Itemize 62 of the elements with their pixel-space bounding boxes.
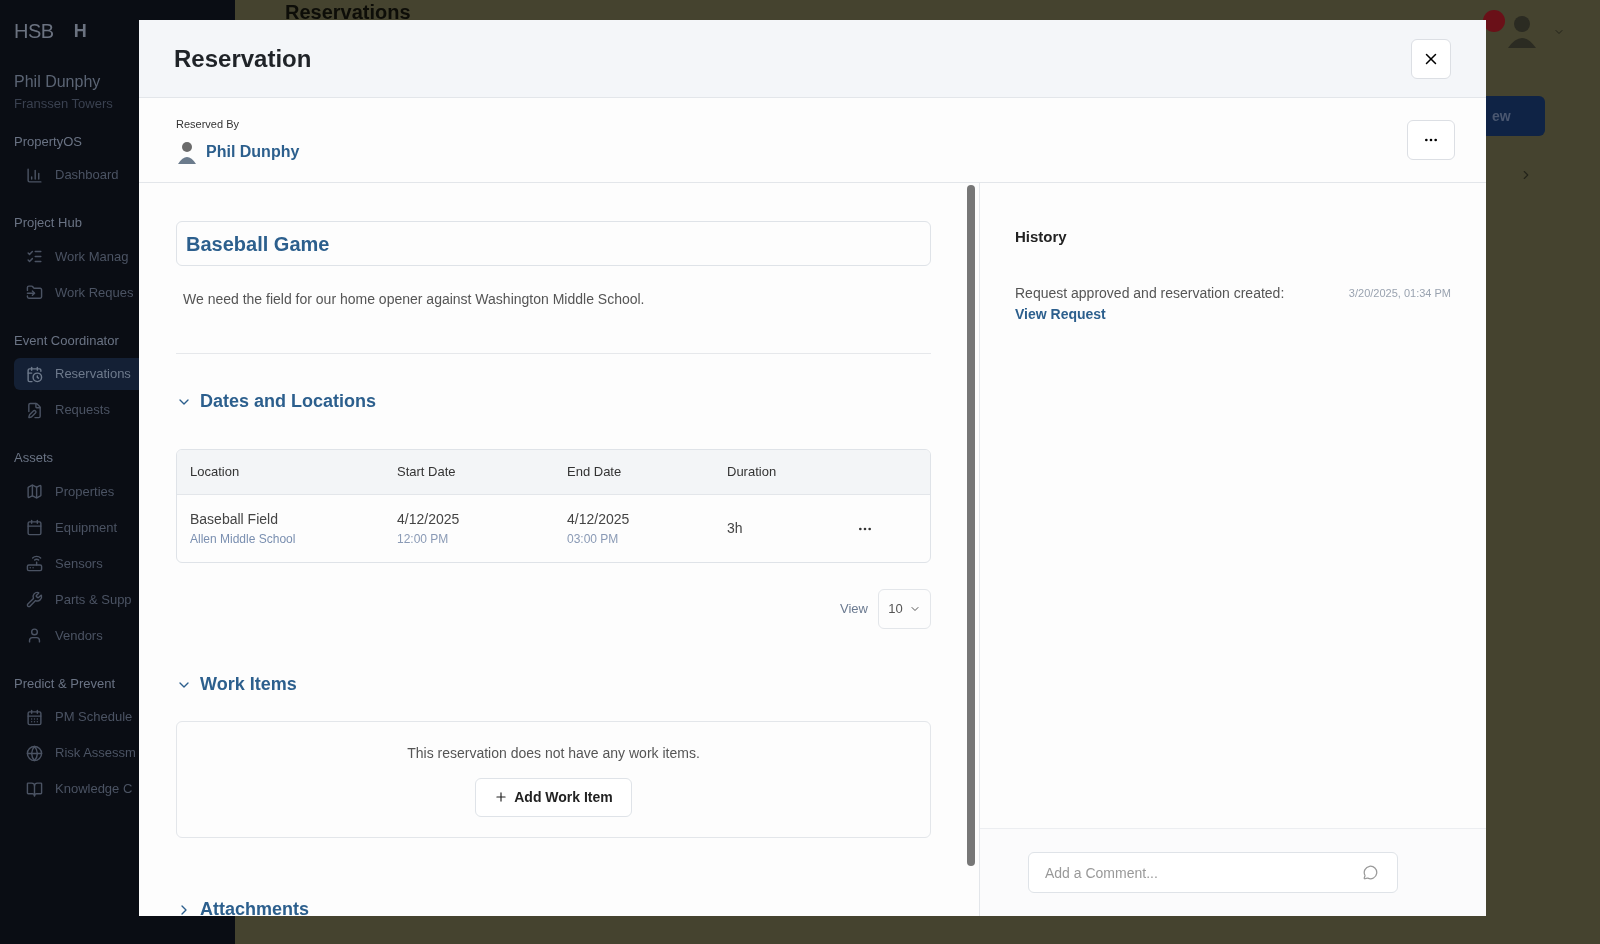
avatar-icon: [1507, 14, 1537, 48]
history-title: History: [1015, 227, 1068, 247]
notification-badge: [1483, 10, 1505, 32]
logo: HSB: [14, 19, 54, 44]
folder-icon: [26, 284, 43, 301]
section-title: PropertyOS: [14, 132, 82, 151]
book-icon: [26, 780, 43, 798]
calendar-clock-icon: [26, 365, 43, 383]
edit-icon: [26, 401, 43, 419]
column-header: Duration: [727, 463, 778, 482]
user-name: Phil Dunphy: [14, 72, 102, 92]
view-label: View: [840, 600, 868, 619]
end-time: 03:00 PM: [567, 531, 620, 548]
sidebar-item[interactable]: Sensors: [14, 547, 221, 580]
page-title: Reservations: [285, 2, 411, 22]
chart-icon: [26, 166, 43, 184]
history-time: 3/20/2025, 01:34 PM: [1348, 285, 1451, 301]
list-icon: [26, 248, 43, 265]
section-toggle[interactable]: Dates and Locations: [176, 388, 377, 415]
add-work-item-button[interactable]: Add Work Item: [475, 777, 632, 817]
router-icon: [26, 555, 43, 572]
column-header: End Date: [567, 463, 623, 482]
start-time: 12:00 PM: [397, 531, 450, 548]
section-title: Event Coordinator: [14, 331, 119, 350]
end-date: 4/12/2025: [567, 510, 631, 529]
sidebar-item[interactable]: PM Schedule: [14, 701, 221, 733]
sidebar-item[interactable]: Knowledge C: [14, 773, 221, 805]
location-subtitle: Allen Middle School: [190, 531, 297, 548]
dialog-title: Reservation: [174, 43, 312, 74]
field-label: Reserved By: [176, 116, 240, 132]
globe-icon: [26, 744, 43, 762]
section-toggle[interactable]: Attachments: [176, 896, 310, 916]
calendar-icon: [26, 519, 43, 536]
history-entry: Request approved and reservation created:: [1015, 283, 1285, 303]
sidebar-item[interactable]: Risk Assessm: [14, 737, 221, 769]
empty-message: This reservation does not have any work items.: [407, 743, 700, 763]
sidebar-item[interactable]: Parts & Supp: [14, 583, 221, 616]
section-title: Assets: [14, 449, 53, 467]
section-title: Project Hub: [14, 214, 82, 232]
user-icon: [26, 627, 43, 644]
scrollbar-thumb[interactable]: [967, 185, 975, 866]
description: We need the field for our home opener against Washington Middle School.: [182, 290, 646, 309]
comment-icon[interactable]: [1363, 865, 1378, 880]
location-name: Baseball Field: [190, 510, 279, 529]
tools-icon: [26, 591, 43, 608]
duration: 3h: [727, 519, 744, 538]
plus-icon: [494, 790, 509, 804]
section-title: Predict & Prevent: [14, 674, 116, 693]
view-request-link[interactable]: View Request: [1015, 303, 1285, 325]
column-header: Start Date: [397, 463, 457, 482]
avatar-icon: [176, 140, 198, 165]
property-name: Franssen Towers: [14, 95, 114, 113]
title-field[interactable]: Baseball Game: [176, 221, 931, 266]
comment-field[interactable]: Add a Comment...: [1028, 852, 1398, 893]
start-date: 4/12/2025: [397, 510, 461, 529]
section-toggle[interactable]: Work Items: [176, 671, 297, 698]
page-size-select[interactable]: 10: [878, 589, 931, 629]
calendar-icon: [26, 708, 43, 726]
close-button[interactable]: [1411, 38, 1451, 79]
app-initial: H: [73, 19, 87, 43]
sidebar-item[interactable]: Vendors: [14, 619, 221, 652]
map-icon: [26, 483, 43, 500]
